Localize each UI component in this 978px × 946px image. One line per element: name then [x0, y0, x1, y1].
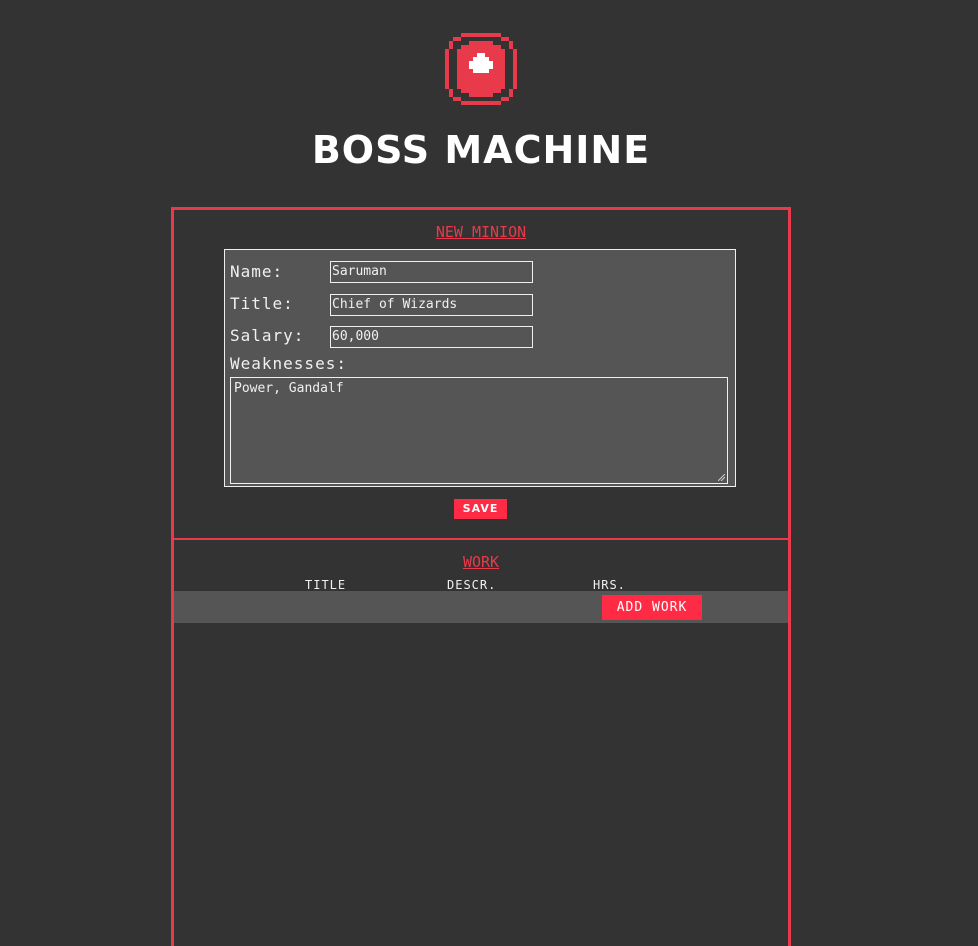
- weaknesses-label: Weaknesses:: [230, 354, 347, 373]
- column-header-title: TITLE: [305, 578, 347, 592]
- name-field[interactable]: Saruman: [330, 261, 533, 283]
- work-add-row: ADD WORK: [174, 591, 788, 623]
- resize-grip-icon[interactable]: [718, 474, 725, 481]
- minion-panel: NEW MINION Name: Saruman Title: Chief of…: [171, 207, 791, 946]
- column-header-hrs: HRS.: [593, 578, 626, 592]
- save-button[interactable]: SAVE: [454, 499, 507, 519]
- work-link[interactable]: WORK: [174, 553, 788, 571]
- salary-field[interactable]: 60,000: [330, 326, 533, 348]
- name-label: Name:: [230, 262, 284, 281]
- app-title: BOSS MACHINE: [311, 128, 651, 172]
- pixel-target-icon: [445, 33, 517, 105]
- title-field[interactable]: Chief of Wizards: [330, 294, 533, 316]
- column-header-descr: DESCR.: [447, 578, 497, 592]
- section-divider: [174, 538, 788, 540]
- new-minion-link[interactable]: NEW MINION: [174, 223, 788, 241]
- weaknesses-value: Power, Gandalf: [234, 381, 344, 396]
- minion-form: Name: Saruman Title: Chief of Wizards Sa…: [224, 249, 736, 487]
- page: BOSS MACHINE NEW MINION Name: Saruman Ti…: [0, 0, 978, 946]
- add-work-button[interactable]: ADD WORK: [602, 595, 702, 620]
- salary-label: Salary:: [230, 326, 305, 345]
- weaknesses-textarea[interactable]: Power, Gandalf: [230, 377, 728, 484]
- title-label: Title:: [230, 294, 294, 313]
